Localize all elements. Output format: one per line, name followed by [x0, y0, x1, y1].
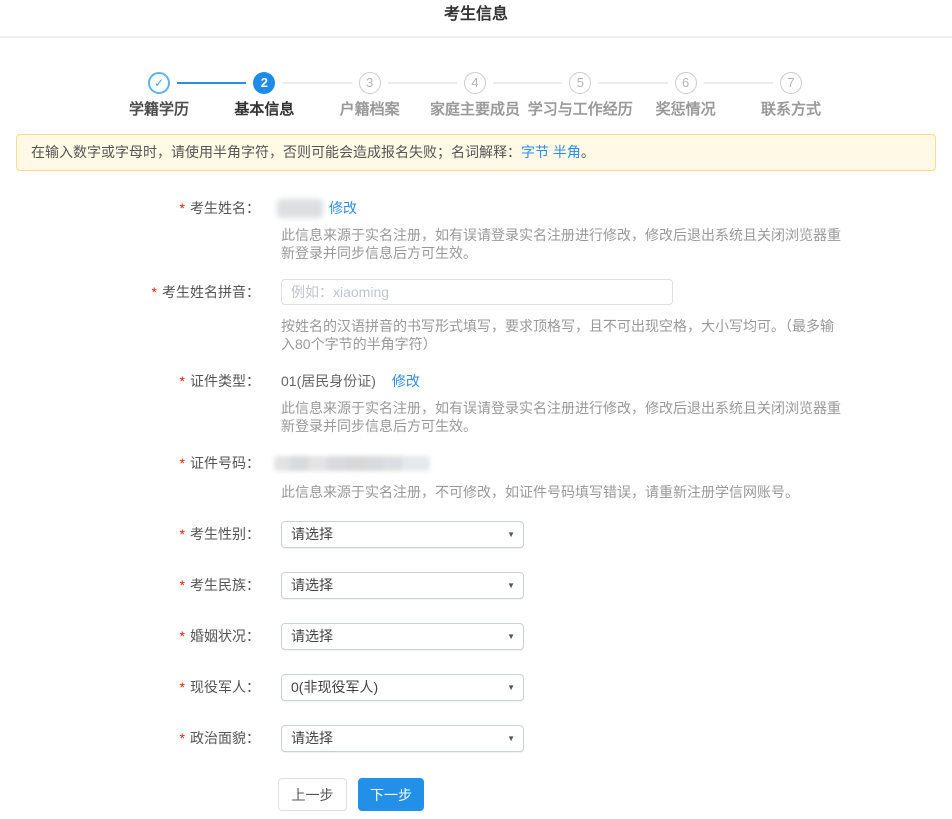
step-4-circle: 4 — [464, 72, 486, 94]
required-mark: * — [180, 455, 185, 471]
step-connector — [704, 82, 773, 84]
next-step-button[interactable]: 下一步 — [358, 778, 424, 811]
id-number-label: 证件号码 — [190, 455, 246, 471]
step-6-label: 奖惩情况 — [656, 98, 716, 119]
required-mark: * — [180, 373, 185, 389]
link-byte[interactable]: 字节 — [521, 144, 549, 160]
name-edit-link[interactable]: 修改 — [329, 200, 357, 216]
gender-select[interactable]: 请选择 ▼ — [281, 521, 524, 548]
step-4-label: 家庭主要成员 — [430, 98, 520, 119]
step-7-circle: 7 — [780, 72, 802, 94]
ethnicity-label: 考生民族 — [190, 577, 246, 593]
step-2-circle: 2 — [253, 72, 275, 94]
military-select[interactable]: 0(非现役军人) ▼ — [281, 674, 524, 701]
marital-select[interactable]: 请选择 ▼ — [281, 623, 524, 650]
row-name: *考生姓名： 修改 此信息来源于实名注册，如有误请登录实名注册进行修改，修改后退… — [0, 198, 952, 262]
step-connector — [282, 82, 351, 84]
step-6-circle: 6 — [675, 72, 697, 94]
name-label: 考生姓名 — [190, 200, 246, 216]
dropdown-arrow-icon: ▼ — [507, 633, 515, 641]
notice-banner: 在输入数字或字母时，请使用半角字符，否则可能会造成报名失败；名词解释：字节 半角… — [16, 134, 936, 171]
step-5-circle: 5 — [569, 72, 591, 94]
notice-suffix: 。 — [581, 144, 595, 160]
row-marital: *婚姻状况： 请选择▼ — [0, 623, 952, 650]
dropdown-arrow-icon: ▼ — [507, 735, 515, 743]
row-political: *政治面貌： 请选择▼ — [0, 725, 952, 752]
required-mark: * — [180, 679, 185, 695]
pinyin-help: 按姓名的汉语拼音的书写形式填写，要求顶格写，且不可出现空格，大小写均可。（最多输… — [281, 317, 847, 353]
page-title: 考生信息 — [0, 0, 952, 24]
step-connector — [598, 82, 667, 84]
row-military: *现役军人： 0(非现役军人)▼ — [0, 674, 952, 701]
row-pinyin: *考生姓名拼音： 按姓名的汉语拼音的书写形式填写，要求顶格写，且不可出现空格，大… — [0, 279, 952, 353]
step-3-circle: 3 — [359, 72, 381, 94]
required-mark: * — [180, 526, 185, 542]
gender-select-value: 请选择 — [291, 521, 333, 548]
step-1-circle: ✓ — [148, 72, 170, 94]
marital-label: 婚姻状况 — [190, 628, 246, 644]
required-mark: * — [180, 730, 185, 746]
pinyin-label: 考生姓名拼音 — [162, 284, 246, 300]
step-3-label: 户籍档案 — [340, 98, 400, 119]
required-mark: * — [152, 284, 157, 300]
id-type-value: 01(居民身份证) — [281, 373, 376, 389]
name-value-masked — [277, 199, 323, 218]
step-5-label: 学习与工作经历 — [528, 98, 633, 119]
prev-step-button[interactable]: 上一步 — [278, 778, 347, 811]
page-header: 考生信息 — [0, 0, 952, 38]
dropdown-arrow-icon: ▼ — [507, 684, 515, 692]
dropdown-arrow-icon: ▼ — [507, 531, 515, 539]
step-connector — [177, 82, 246, 84]
candidate-form: *考生姓名： 修改 此信息来源于实名注册，如有误请登录实名注册进行修改，修改后退… — [0, 198, 952, 811]
step-connector — [388, 82, 457, 84]
link-halfwidth[interactable]: 半角 — [553, 144, 581, 160]
required-mark: * — [180, 577, 185, 593]
military-label: 现役军人 — [190, 679, 246, 695]
id-type-edit-link[interactable]: 修改 — [392, 373, 420, 389]
required-mark: * — [180, 200, 185, 216]
steps-wizard: ✓ 学籍学历 2 基本信息 3 户籍档案 4 家庭主要成员 5 学习与工作经历 6 奖惩情况 7 联系方式 — [0, 38, 952, 118]
step-2-label: 基本信息 — [234, 98, 294, 119]
id-number-help: 此信息来源于实名注册，不可修改，如证件号码填写错误，请重新注册学信网账号。 — [281, 483, 847, 501]
military-select-value: 0(非现役军人) — [291, 674, 378, 701]
political-select[interactable]: 请选择 ▼ — [281, 725, 524, 752]
id-type-help: 此信息来源于实名注册，如有误请登录实名注册进行修改，修改后退出系统且关闭浏览器重… — [281, 399, 847, 435]
row-gender: *考生性别： 请选择▼ — [0, 521, 952, 548]
political-select-value: 请选择 — [291, 725, 333, 752]
form-actions: 上一步 下一步 — [281, 778, 952, 811]
id-type-label: 证件类型 — [190, 373, 246, 389]
row-id-number: *证件号码： 此信息来源于实名注册，不可修改，如证件号码填写错误，请重新注册学信… — [0, 453, 952, 501]
row-ethnicity: *考生民族： 请选择▼ — [0, 572, 952, 599]
step-1-label: 学籍学历 — [129, 98, 189, 119]
marital-select-value: 请选择 — [291, 623, 333, 650]
pinyin-input[interactable] — [281, 279, 673, 305]
gender-label: 考生性别 — [190, 526, 246, 542]
ethnicity-select[interactable]: 请选择 ▼ — [281, 572, 524, 599]
notice-text: 在输入数字或字母时，请使用半角字符，否则可能会造成报名失败；名词解释： — [31, 144, 521, 160]
dropdown-arrow-icon: ▼ — [507, 582, 515, 590]
political-label: 政治面貌 — [190, 730, 246, 746]
required-mark: * — [180, 628, 185, 644]
id-number-value-masked — [274, 456, 430, 471]
step-7-label: 联系方式 — [761, 98, 821, 119]
row-id-type: *证件类型： 01(居民身份证)修改 此信息来源于实名注册，如有误请登录实名注册… — [0, 371, 952, 435]
check-icon: ✓ — [154, 76, 164, 90]
name-help: 此信息来源于实名注册，如有误请登录实名注册进行修改，修改后退出系统且关闭浏览器重… — [281, 226, 847, 262]
step-connector — [493, 82, 562, 84]
ethnicity-select-value: 请选择 — [291, 572, 333, 599]
